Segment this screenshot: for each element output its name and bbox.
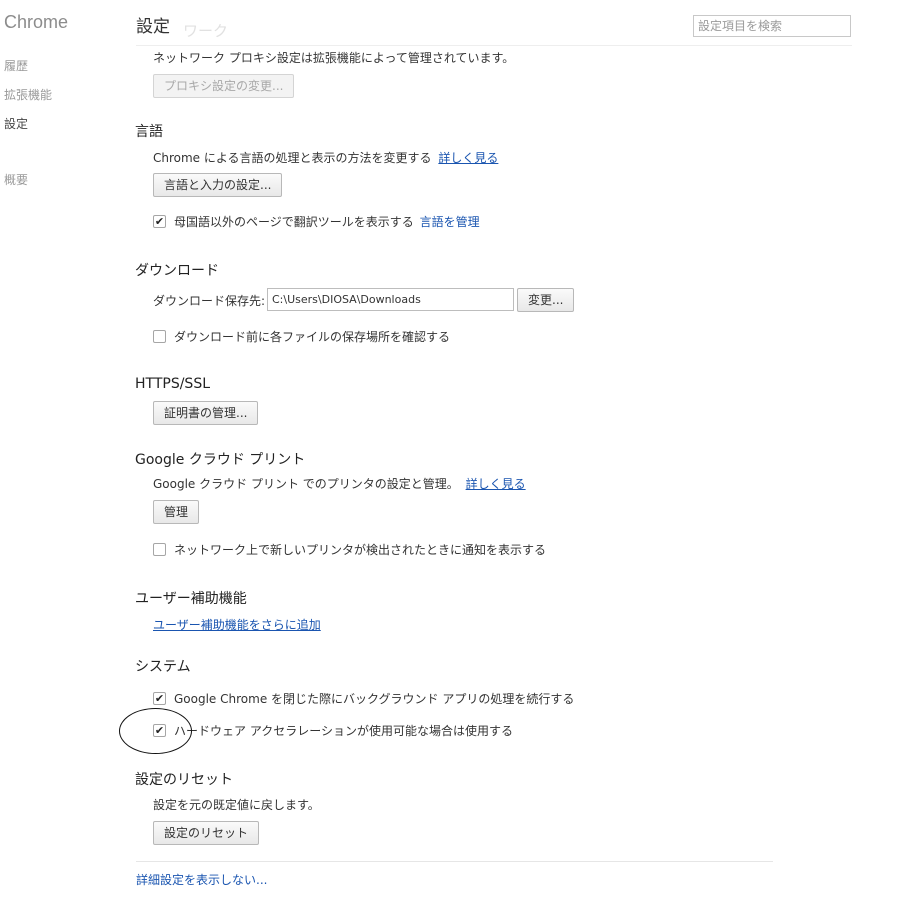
sidebar-item-extensions[interactable]: 拡張機能 <box>4 86 52 103</box>
page-title: 設定 <box>136 17 170 36</box>
hide-advanced-settings-link[interactable]: 詳細設定を表示しない... <box>136 871 267 888</box>
annotation-ellipse <box>119 708 192 754</box>
add-accessibility-features-link[interactable]: ユーザー補助機能をさらに追加 <box>153 616 321 633</box>
footer-divider <box>136 861 773 862</box>
language-desc: Chrome による言語の処理と表示の方法を変更する <box>153 151 432 165</box>
background-apps-checkbox[interactable]: ✔ <box>153 692 166 705</box>
downloads-heading: ダウンロード <box>135 263 219 279</box>
printer-notify-checkbox[interactable] <box>153 543 166 556</box>
translate-label-row: 母国語以外のページで翻訳ツールを表示する 言語を管理 <box>174 213 480 230</box>
sidebar-item-settings[interactable]: 設定 <box>4 115 28 132</box>
cloud-print-desc: Google クラウド プリント でのプリンタの設定と管理。 <box>153 477 459 491</box>
reset-desc: 設定を元の既定値に戻します。 <box>153 798 320 812</box>
cloud-print-heading: Google クラウド プリント <box>135 452 306 468</box>
manage-languages-link[interactable]: 言語を管理 <box>420 215 480 229</box>
printer-notify-label: ネットワーク上で新しいプリンタが検出されたときに通知を表示する <box>174 543 547 557</box>
language-learn-more-link[interactable]: 詳しく見る <box>438 151 498 165</box>
system-heading: システム <box>135 659 191 675</box>
chrome-brand: Chrome <box>4 12 69 32</box>
change-download-location-button[interactable]: 変更... <box>517 288 575 312</box>
sidebar-item-about[interactable]: 概要 <box>4 171 28 188</box>
download-location-field[interactable] <box>267 288 514 311</box>
ask-download-location-checkbox[interactable] <box>153 330 166 343</box>
change-proxy-button[interactable]: プロキシ設定の変更... <box>153 74 295 98</box>
network-proxy-desc: ネットワーク プロキシ設定は拡張機能によって管理されています。 <box>153 51 515 65</box>
reset-settings-button[interactable]: 設定のリセット <box>153 821 260 845</box>
language-input-settings-button[interactable]: 言語と入力の設定... <box>153 173 283 197</box>
translate-checkbox[interactable]: ✔ <box>153 215 166 228</box>
hardware-acceleration-label: ハードウェア アクセラレーションが使用可能な場合は使用する <box>174 724 513 738</box>
background-apps-label: Google Chrome を閉じた際にバックグラウンド アプリの処理を続行する <box>174 692 575 706</box>
language-desc-row: Chrome による言語の処理と表示の方法を変更する 詳しく見る <box>153 149 498 166</box>
accessibility-heading: ユーザー補助機能 <box>135 591 247 607</box>
translate-label: 母国語以外のページで翻訳ツールを表示する <box>174 215 414 229</box>
https-heading: HTTPS/SSL <box>135 376 211 392</box>
settings-search-input[interactable] <box>693 15 851 37</box>
reset-heading: 設定のリセット <box>135 772 233 788</box>
sidebar-item-history[interactable]: 履歴 <box>4 57 28 74</box>
ask-download-location-label: ダウンロード前に各ファイルの保存場所を確認する <box>174 330 451 344</box>
cloud-print-learn-more-link[interactable]: 詳しく見る <box>466 477 526 491</box>
cloud-print-manage-button[interactable]: 管理 <box>153 500 200 524</box>
manage-certificates-button[interactable]: 証明書の管理... <box>153 401 259 425</box>
scrolled-section-title: ワーク <box>183 23 229 40</box>
language-heading: 言語 <box>135 124 163 140</box>
download-location-label: ダウンロード保存先: <box>153 294 266 308</box>
cloud-print-desc-row: Google クラウド プリント でのプリンタの設定と管理。 詳しく見る <box>153 475 526 492</box>
header-divider <box>136 45 852 46</box>
